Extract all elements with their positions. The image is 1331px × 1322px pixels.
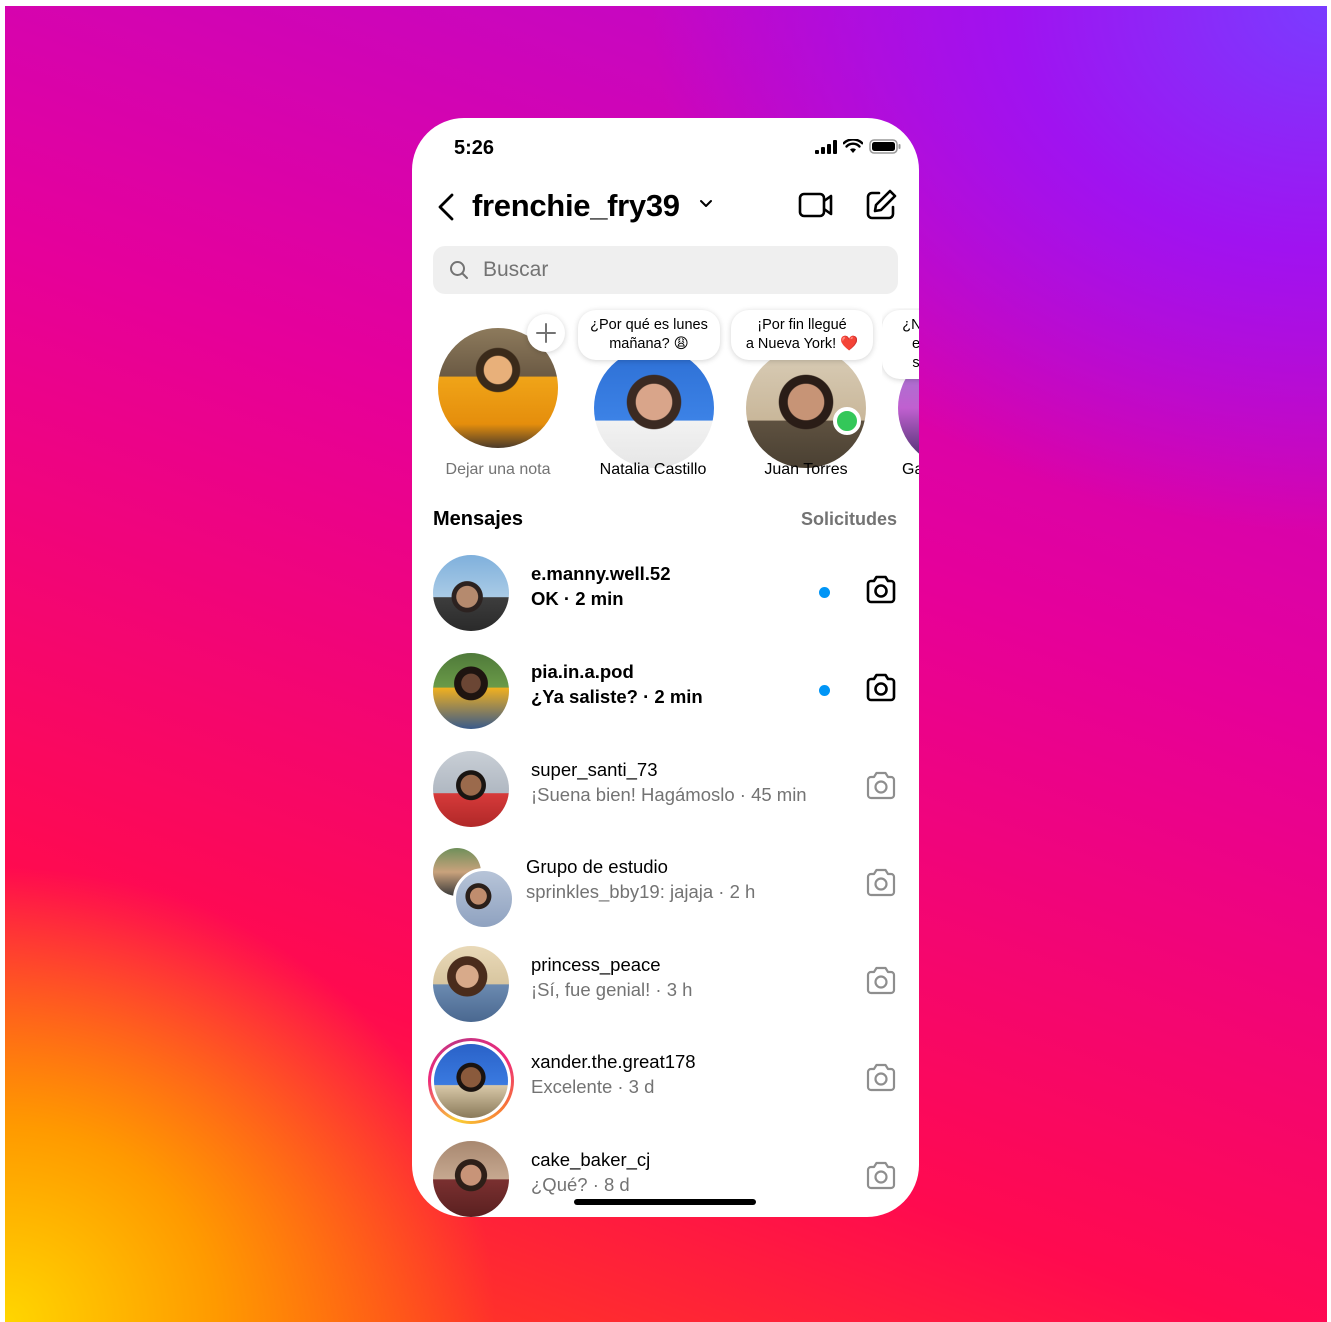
- unread-dot: [819, 587, 830, 598]
- camera-icon[interactable]: [864, 770, 898, 802]
- avatar: [433, 1141, 509, 1217]
- unread-dot: [819, 685, 830, 696]
- plus-icon: [536, 323, 556, 343]
- signal-icon: [815, 139, 837, 154]
- note-text: ¡Por fin llegué: [757, 317, 847, 333]
- status-icons: [815, 139, 901, 154]
- thread-name: cake_baker_cj: [531, 1149, 651, 1170]
- thread-preview: ¿Qué? · 8 d: [531, 1174, 630, 1195]
- avatar: [453, 868, 515, 930]
- thread-preview: Excelente · 3 d: [531, 1076, 655, 1097]
- back-chevron-icon[interactable]: [436, 192, 456, 222]
- note-bubble[interactable]: ¡Por fin llegué a Nueva York! ❤️: [731, 310, 873, 360]
- home-indicator: [574, 1199, 756, 1205]
- thread-preview: ¿Ya saliste? · 2 min: [531, 686, 703, 707]
- note-item-juan[interactable]: ¡Por fin llegué a Nueva York! ❤️ Juan To…: [731, 308, 881, 483]
- thread-row[interactable]: pia.in.a.pod ¿Ya saliste? · 2 min: [412, 648, 919, 734]
- note-bubble[interactable]: ¿No e s: [882, 310, 919, 379]
- account-username[interactable]: frenchie_fry39: [472, 188, 680, 224]
- note-name: Natalia Castillo: [599, 461, 707, 478]
- note-bubble[interactable]: ¿Por qué es lunes mañana? 😩: [578, 310, 720, 360]
- note-text: mañana? 😩: [609, 336, 689, 352]
- camera-icon[interactable]: [864, 574, 898, 606]
- note-text: e: [911, 336, 919, 352]
- thread-row[interactable]: xander.the.great178 Excelente · 3 d: [412, 1038, 919, 1124]
- thread-name: super_santi_73: [531, 759, 658, 780]
- note-item-partial[interactable]: ¿No e s Ga: [882, 308, 919, 483]
- add-note-button[interactable]: [527, 314, 565, 352]
- avatar: [433, 946, 509, 1022]
- online-indicator: [833, 407, 861, 435]
- thread-name: princess_peace: [531, 954, 661, 975]
- status-time: 5:26: [454, 137, 495, 159]
- thread-name: e.manny.well.52: [531, 563, 671, 584]
- camera-icon[interactable]: [864, 1160, 898, 1192]
- camera-icon[interactable]: [864, 867, 898, 899]
- note-name: Juan Torres: [764, 461, 848, 478]
- requests-link[interactable]: Solicitudes: [801, 509, 897, 530]
- new-message-icon[interactable]: [864, 188, 898, 222]
- story-ring[interactable]: [428, 1038, 514, 1124]
- avatar: [594, 348, 714, 468]
- thread-preview: sprinkles_bby19: jajaja · 2 h: [526, 881, 756, 902]
- search-input[interactable]: Buscar: [483, 258, 548, 282]
- note-item-own[interactable]: Dejar una nota: [423, 308, 573, 483]
- note-item-natalia[interactable]: ¿Por qué es lunes mañana? 😩 Natalia Cast…: [578, 308, 728, 483]
- thread-preview: ¡Sí, fue genial! · 3 h: [531, 979, 693, 1000]
- note-name: Dejar una nota: [445, 461, 551, 478]
- thread-row[interactable]: Grupo de estudio sprinkles_bby19: jajaja…: [412, 843, 919, 930]
- note-name: Ga: [902, 461, 919, 478]
- group-avatar: [433, 848, 515, 930]
- camera-icon[interactable]: [864, 672, 898, 704]
- notes-tray: Dejar una nota ¿Por qué es lunes mañana?…: [412, 308, 919, 483]
- thread-preview: OK · 2 min: [531, 588, 624, 609]
- avatar: [433, 653, 509, 729]
- search-icon: [450, 261, 468, 279]
- chevron-down-icon[interactable]: [698, 198, 714, 210]
- avatar: [433, 751, 509, 827]
- thread-row[interactable]: princess_peace ¡Sí, fue genial! · 3 h: [412, 941, 919, 1027]
- note-text: ¿No: [902, 317, 919, 333]
- thread-name: pia.in.a.pod: [531, 661, 634, 682]
- battery-icon: [869, 139, 901, 154]
- search-bar[interactable]: Buscar: [433, 246, 898, 294]
- note-text: a Nueva York! ❤️: [745, 336, 859, 352]
- note-text: s: [912, 355, 919, 371]
- avatar: [434, 1044, 508, 1118]
- header: frenchie_fry39: [412, 184, 919, 230]
- video-call-icon[interactable]: [798, 190, 834, 220]
- phone-screen: 5:26 frenchie_fry39 Buscar Dejar una not…: [412, 118, 919, 1217]
- avatar: [433, 555, 509, 631]
- thread-row[interactable]: e.manny.well.52 OK · 2 min: [412, 550, 919, 636]
- note-text: ¿Por qué es lunes: [590, 317, 708, 333]
- thread-name: xander.the.great178: [531, 1051, 696, 1072]
- wifi-icon: [843, 139, 863, 153]
- camera-icon[interactable]: [864, 1062, 898, 1094]
- camera-icon[interactable]: [864, 965, 898, 997]
- thread-name: Grupo de estudio: [526, 856, 668, 877]
- messages-title: Mensajes: [433, 508, 524, 530]
- thread-preview: ¡Suena bien! Hagámoslo · 45 min: [531, 784, 807, 805]
- thread-row[interactable]: super_santi_73 ¡Suena bien! Hagámoslo · …: [412, 746, 919, 832]
